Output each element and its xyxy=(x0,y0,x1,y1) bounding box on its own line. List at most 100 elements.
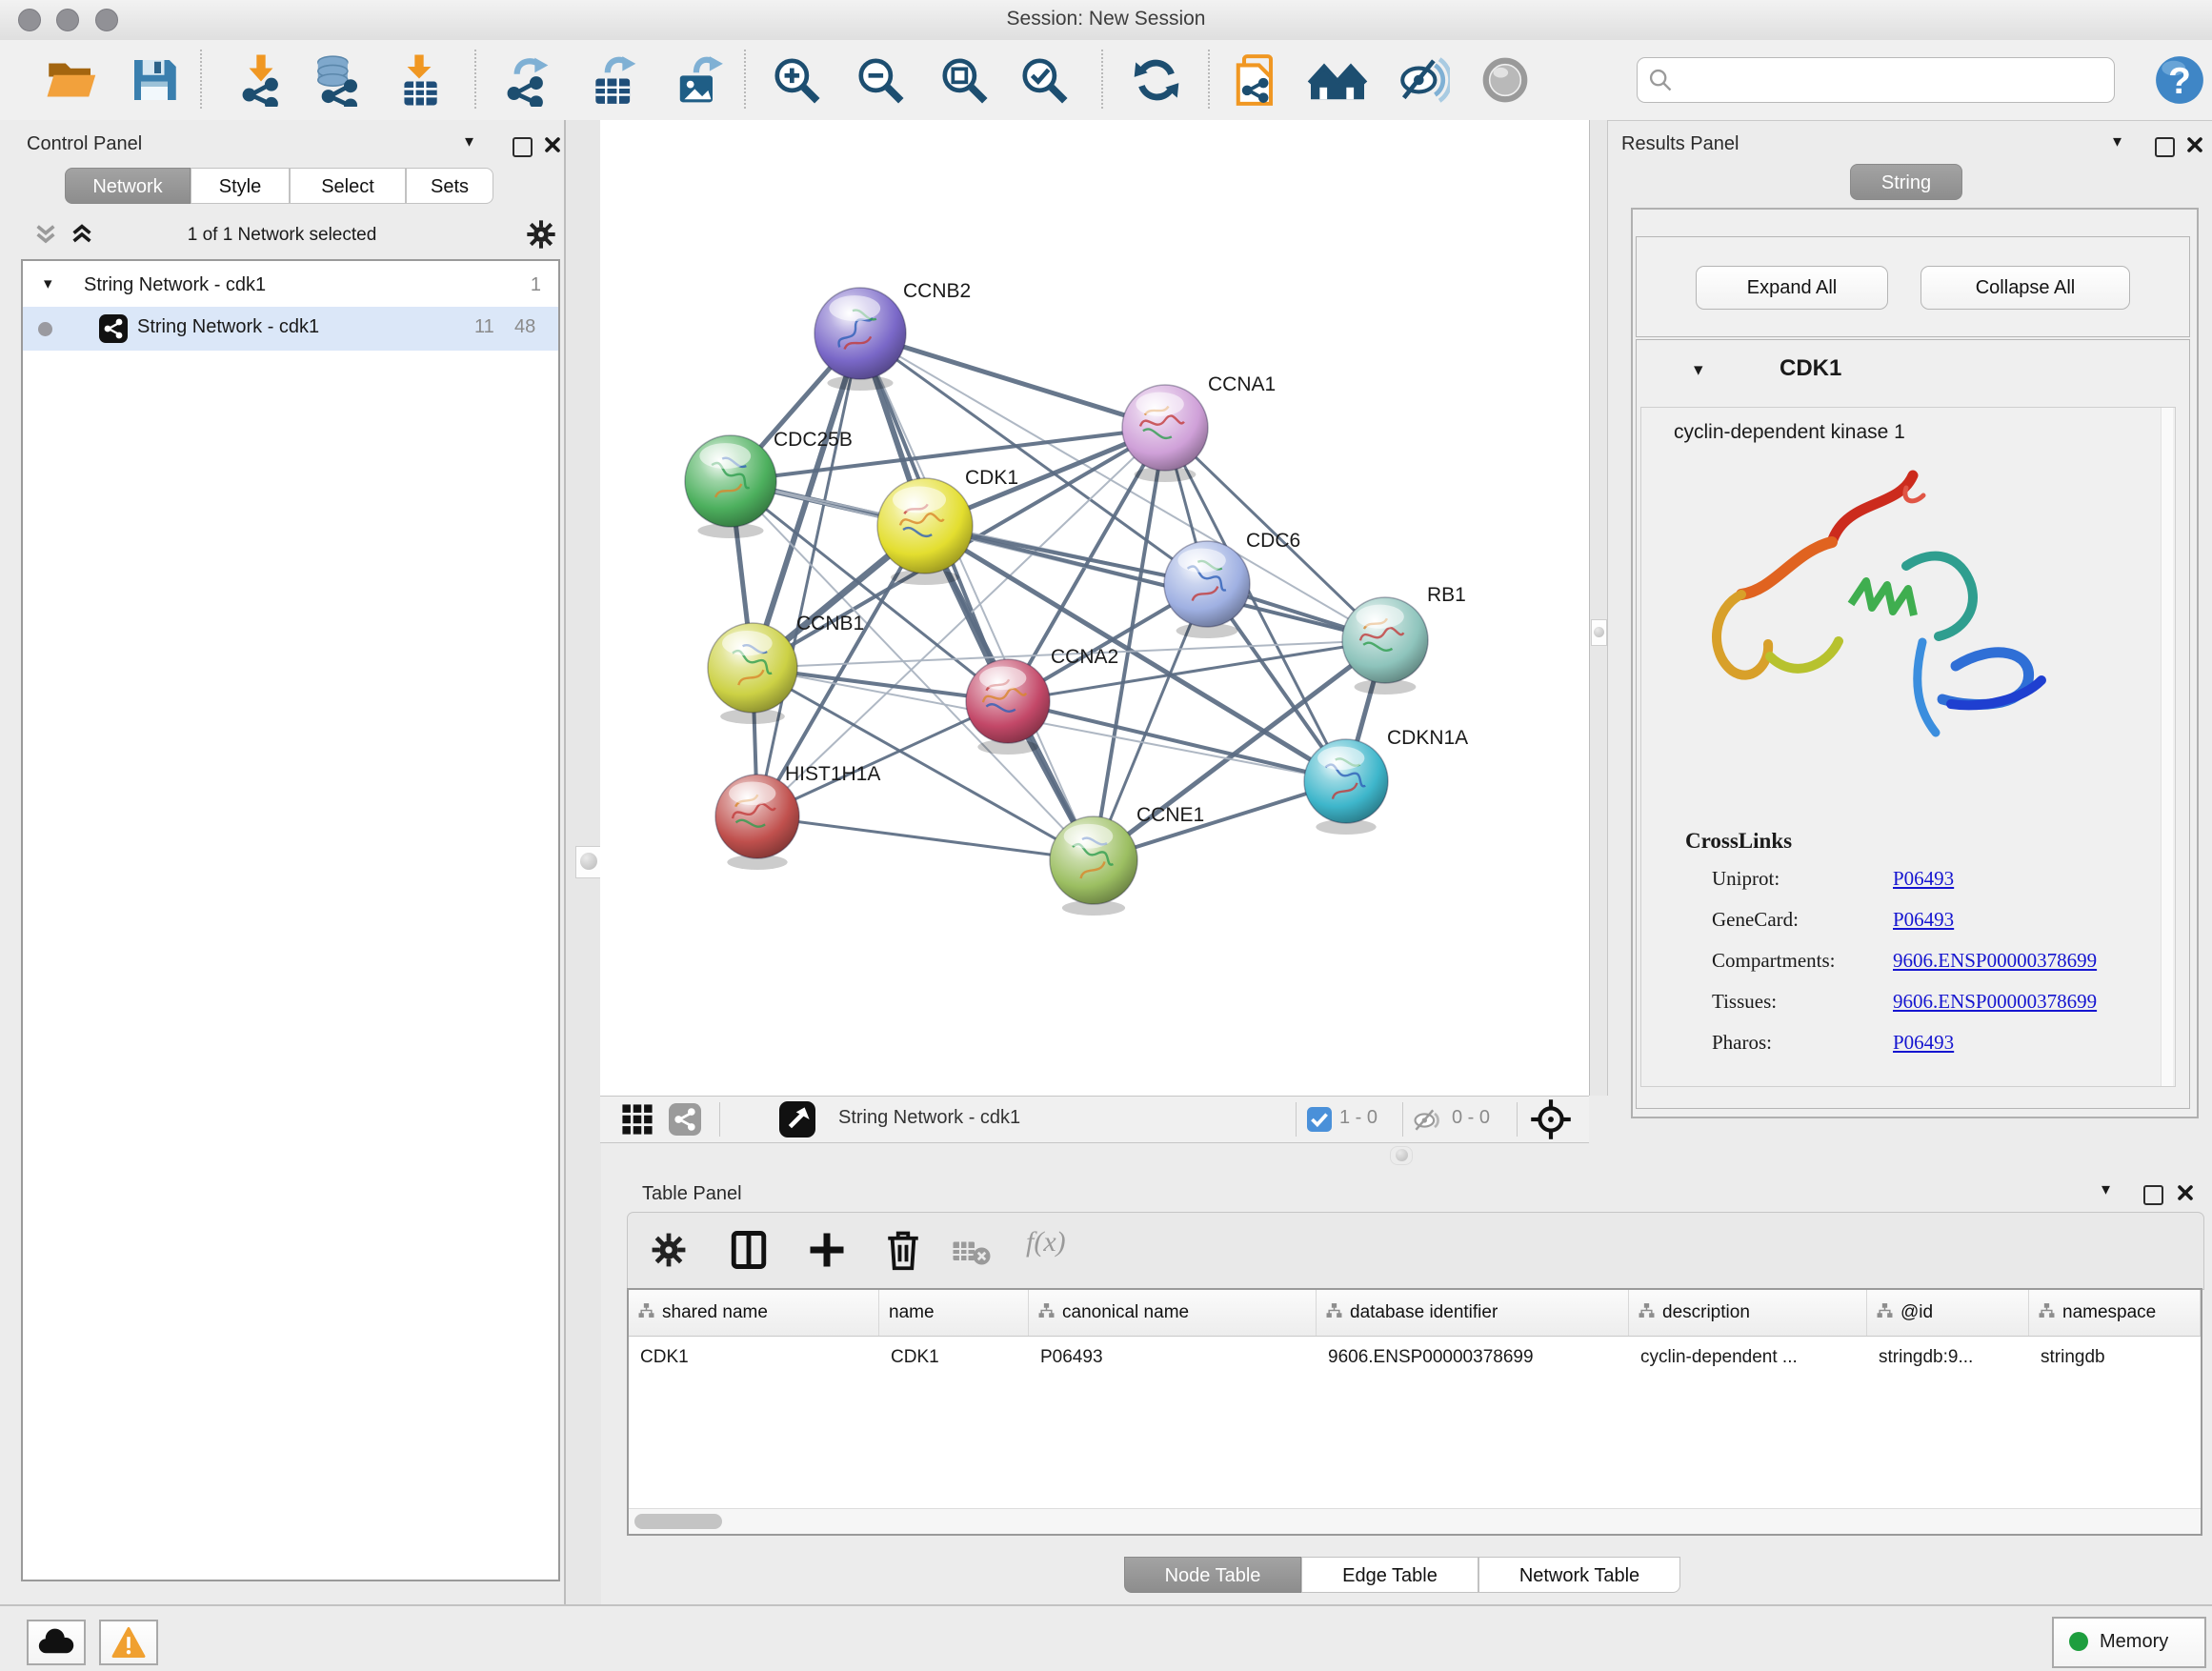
tab-node-table[interactable]: Node Table xyxy=(1124,1557,1301,1593)
delete-column-icon[interactable] xyxy=(883,1228,923,1272)
memory-button[interactable]: Memory xyxy=(2052,1617,2206,1668)
table-cell[interactable]: CDK1 xyxy=(629,1337,879,1379)
zoom-in-icon[interactable] xyxy=(770,53,823,107)
table-cell[interactable]: cyclin-dependent ... xyxy=(1629,1337,1867,1379)
export-table-icon[interactable] xyxy=(587,53,640,107)
table-options-gear-icon[interactable] xyxy=(651,1232,687,1268)
control-panel-float-icon[interactable] xyxy=(513,137,533,157)
column-header-namespace[interactable]: namespace xyxy=(2029,1290,2201,1336)
help-icon[interactable]: ? xyxy=(2153,53,2206,107)
column-header-@id[interactable]: @id xyxy=(1867,1290,2029,1336)
network-edge[interactable] xyxy=(860,333,1094,860)
cloud-button[interactable] xyxy=(27,1620,86,1665)
network-edge[interactable] xyxy=(925,526,1385,640)
delete-table-icon[interactable] xyxy=(952,1238,992,1266)
table-cell[interactable]: CDK1 xyxy=(879,1337,1029,1379)
network-row-selected[interactable]: String Network - cdk1 11 48 xyxy=(23,307,558,351)
save-session-icon[interactable] xyxy=(128,53,181,107)
tab-sets[interactable]: Sets xyxy=(406,168,493,204)
collapse-all-button[interactable]: Collapse All xyxy=(1920,266,2130,310)
network-edge[interactable] xyxy=(860,333,1165,428)
export-network-icon[interactable] xyxy=(499,53,553,107)
string-home-icon[interactable] xyxy=(1307,53,1368,107)
warnings-button[interactable] xyxy=(99,1620,158,1665)
results-scrollbar[interactable] xyxy=(2161,408,2173,1086)
import-table-file-icon[interactable] xyxy=(392,53,446,107)
search-input[interactable] xyxy=(1679,62,2102,96)
table-cell[interactable]: P06493 xyxy=(1029,1337,1317,1379)
network-node-CCNB2[interactable]: CCNB2 xyxy=(814,280,971,379)
network-node-CCNA1[interactable]: CCNA1 xyxy=(1122,373,1276,471)
column-header-shared-name[interactable]: shared name xyxy=(629,1290,879,1336)
add-column-icon[interactable] xyxy=(807,1230,847,1270)
results-panel-close-icon[interactable] xyxy=(2185,135,2204,154)
open-session-icon[interactable] xyxy=(44,53,97,107)
string-copy-document-icon[interactable] xyxy=(1231,53,1284,107)
expand-all-button[interactable]: Expand All xyxy=(1696,266,1888,310)
string-sphere-icon[interactable] xyxy=(1478,53,1532,107)
crosslink-value-link[interactable]: P06493 xyxy=(1893,1031,1954,1055)
column-header-description[interactable]: description xyxy=(1629,1290,1867,1336)
zoom-selected-icon[interactable] xyxy=(1017,53,1071,107)
export-image-icon[interactable] xyxy=(673,53,726,107)
tab-string-results[interactable]: String xyxy=(1850,164,1962,200)
hidden-elements-eye-icon[interactable] xyxy=(1412,1105,1442,1136)
left-splitter-handle[interactable] xyxy=(575,846,602,878)
tab-select[interactable]: Select xyxy=(290,168,406,204)
right-splitter[interactable] xyxy=(1589,120,1608,1096)
function-builder-icon[interactable]: f(x) xyxy=(1026,1226,1066,1258)
table-panel-float-icon[interactable] xyxy=(2143,1185,2163,1205)
table-panel-close-icon[interactable] xyxy=(2176,1183,2195,1202)
selected-checkbox-icon[interactable] xyxy=(1307,1107,1332,1132)
network-edge[interactable] xyxy=(757,333,860,816)
birds-eye-view-icon[interactable] xyxy=(779,1101,815,1137)
zoom-out-icon[interactable] xyxy=(854,53,907,107)
network-edge[interactable] xyxy=(1008,701,1346,781)
network-node-CCNB1[interactable]: CCNB1 xyxy=(708,613,864,713)
table-horizontal-scrollbar[interactable] xyxy=(629,1508,2201,1534)
tab-edge-table[interactable]: Edge Table xyxy=(1301,1557,1478,1593)
network-edge[interactable] xyxy=(757,816,1094,860)
table-row[interactable]: CDK1CDK1P064939606.ENSP00000378699cyclin… xyxy=(629,1337,2201,1379)
import-network-file-icon[interactable] xyxy=(234,53,288,107)
collection-collapse-icon[interactable]: ▾ xyxy=(44,274,52,293)
string-show-hide-icon[interactable] xyxy=(1397,53,1450,107)
network-node-CDKN1A[interactable]: CDKN1A xyxy=(1304,727,1468,823)
table-cell[interactable]: stringdb:9... xyxy=(1867,1337,2029,1379)
crosslink-value-link[interactable]: P06493 xyxy=(1893,867,1954,891)
string-view-icon[interactable] xyxy=(669,1103,701,1136)
tab-style[interactable]: Style xyxy=(191,168,290,204)
control-panel-close-icon[interactable] xyxy=(543,135,562,154)
crosslink-value-link[interactable]: 9606.ENSP00000378699 xyxy=(1893,990,2097,1014)
results-panel-float-icon[interactable] xyxy=(2155,137,2175,157)
fit-selected-crosshair-icon[interactable] xyxy=(1530,1098,1572,1140)
network-node-RB1[interactable]: RB1 xyxy=(1342,584,1466,683)
network-node-CDK1[interactable]: CDK1 xyxy=(877,467,1018,574)
grid-view-icon[interactable] xyxy=(621,1103,654,1136)
refresh-view-icon[interactable] xyxy=(1130,53,1183,107)
left-splitter[interactable] xyxy=(565,120,601,1604)
table-panel-menu-icon[interactable]: ▾ xyxy=(2101,1179,2110,1199)
network-options-gear-icon[interactable] xyxy=(526,219,556,250)
column-header-database-identifier[interactable]: database identifier xyxy=(1317,1290,1629,1336)
protein-collapse-icon[interactable]: ▾ xyxy=(1694,359,1703,381)
column-header-canonical-name[interactable]: canonical name xyxy=(1029,1290,1317,1336)
results-panel-menu-icon[interactable]: ▾ xyxy=(2113,131,2122,151)
protein-structure-image[interactable] xyxy=(1679,461,2080,775)
zoom-fit-icon[interactable] xyxy=(937,53,991,107)
show-columns-icon[interactable] xyxy=(729,1230,769,1270)
crosslink-value-link[interactable]: 9606.ENSP00000378699 xyxy=(1893,949,2097,973)
horizontal-splitter-handle[interactable] xyxy=(1390,1146,1413,1165)
network-graph[interactable]: CCNB2CCNA1CDC25BCDK1CDC6RB1CCNB1CCNA2CDK… xyxy=(600,120,1589,1096)
column-header-name[interactable]: name xyxy=(879,1290,1029,1336)
right-splitter-handle[interactable] xyxy=(1591,619,1607,646)
crosslink-value-link[interactable]: P06493 xyxy=(1893,908,1954,932)
network-canvas[interactable]: CCNB2CCNA1CDC25BCDK1CDC6RB1CCNB1CCNA2CDK… xyxy=(600,120,1589,1096)
network-node-HIST1H1A[interactable]: HIST1H1A xyxy=(715,763,880,858)
tab-network-table[interactable]: Network Table xyxy=(1478,1557,1680,1593)
import-network-database-icon[interactable] xyxy=(311,53,364,107)
table-cell[interactable]: 9606.ENSP00000378699 xyxy=(1317,1337,1629,1379)
network-collection-row[interactable]: ▾ String Network - cdk1 1 xyxy=(23,267,558,307)
tab-network[interactable]: Network xyxy=(65,168,191,204)
control-panel-menu-icon[interactable]: ▾ xyxy=(465,131,473,151)
